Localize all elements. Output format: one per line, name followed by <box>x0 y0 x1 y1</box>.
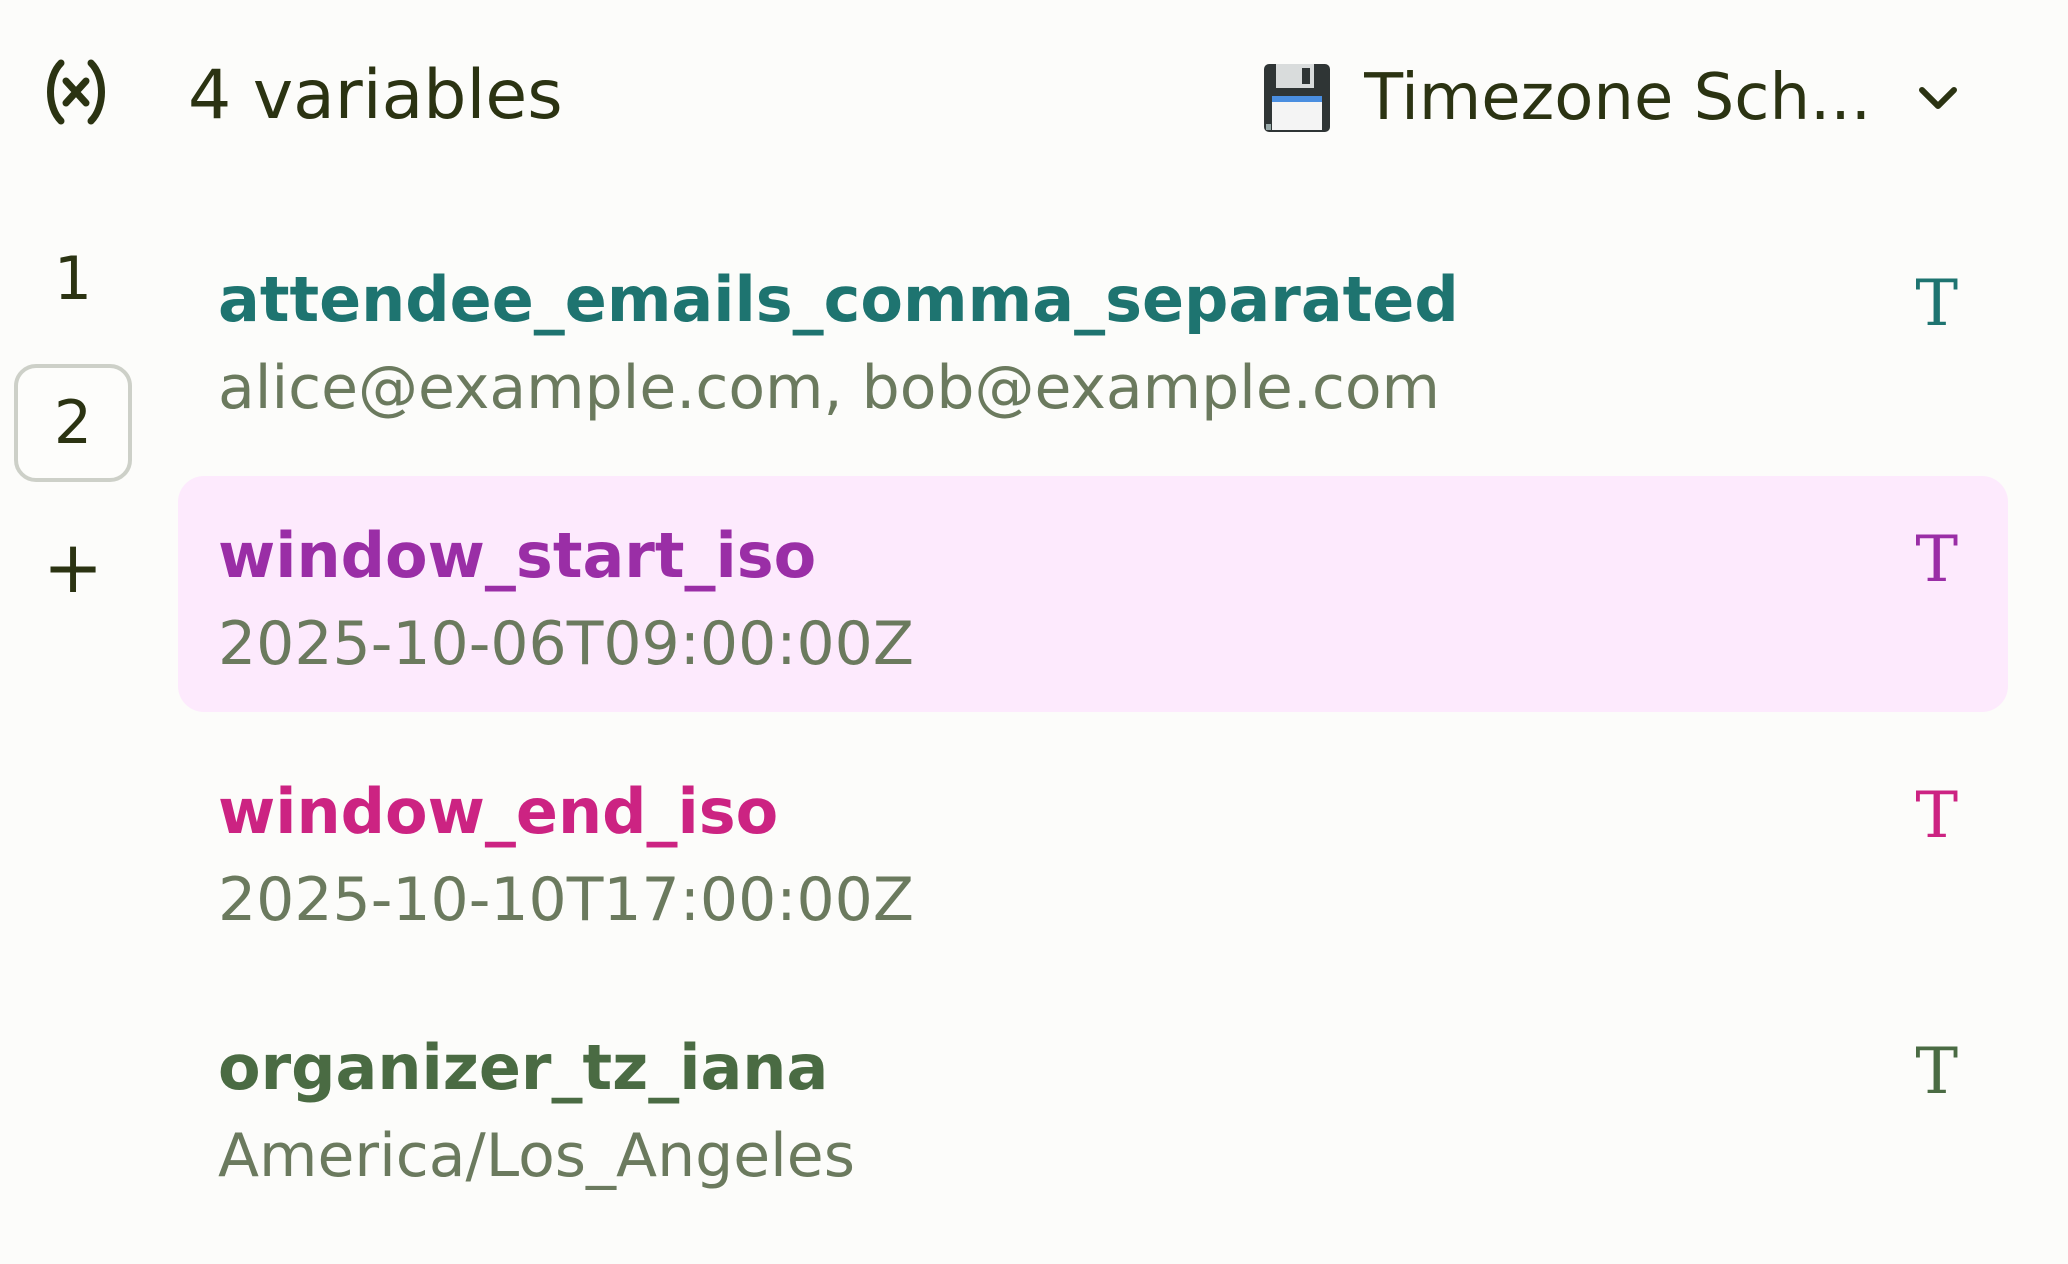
variable-value: alice@example.com, bob@example.com <box>218 353 1440 423</box>
variable-icon <box>36 52 116 132</box>
file-name-label: Timezone Sch... <box>1364 61 1872 135</box>
rail-item-1[interactable]: 1 <box>14 220 132 338</box>
variables-header: 4 variables Timezone Sch... <box>0 0 2068 190</box>
rail-item-label: 2 <box>53 388 93 458</box>
add-variable-button[interactable]: + <box>14 508 132 626</box>
variable-name: organizer_tz_iana <box>218 1031 829 1104</box>
plus-icon: + <box>42 525 104 609</box>
variable-value: 2025-10-10T17:00:00Z <box>218 865 914 935</box>
text-type-icon: T <box>1915 1035 1958 1109</box>
variables-count: 4 variables <box>188 56 563 135</box>
floppy-disk-icon <box>1264 64 1330 132</box>
chevron-down-icon[interactable] <box>1912 72 1964 124</box>
text-type-icon: T <box>1915 267 1958 341</box>
variable-value: America/Los_Angeles <box>218 1121 855 1191</box>
variable-row[interactable]: window_end_iso 2025-10-10T17:00:00Z T <box>178 732 2008 968</box>
variable-name: window_start_iso <box>218 519 817 592</box>
variable-name: attendee_emails_comma_separated <box>218 263 1459 336</box>
variable-row[interactable]: window_start_iso 2025-10-06T09:00:00Z T <box>178 476 2008 712</box>
variable-value: 2025-10-06T09:00:00Z <box>218 609 914 679</box>
variable-row[interactable]: organizer_tz_iana America/Los_Angeles T <box>178 988 2008 1224</box>
text-type-icon: T <box>1915 523 1958 597</box>
rail-item-2[interactable]: 2 <box>14 364 132 482</box>
rail-item-label: 1 <box>53 244 93 314</box>
text-type-icon: T <box>1915 779 1958 853</box>
variable-row[interactable]: attendee_emails_comma_separated alice@ex… <box>178 220 2008 456</box>
variable-name: window_end_iso <box>218 775 779 848</box>
file-selector[interactable]: Timezone Sch... <box>1262 50 1982 146</box>
